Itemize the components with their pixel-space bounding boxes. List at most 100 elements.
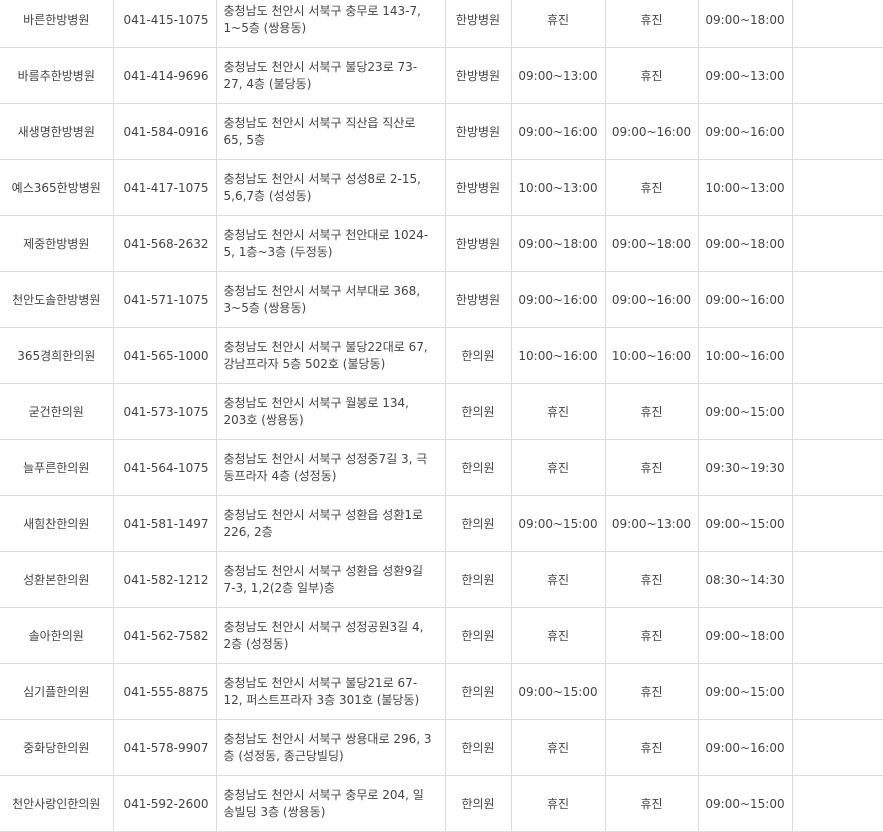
clinic-type: 한의원 bbox=[445, 719, 512, 776]
clinic-type: 한방병원 bbox=[445, 215, 512, 272]
table-row: 심기플한의원 041-555-8875 충청남도 천안시 서북구 불당21로 6… bbox=[0, 663, 883, 720]
hours-day-2: 휴진 bbox=[605, 47, 699, 104]
hours-day-2: 휴진 bbox=[605, 439, 699, 496]
table-row: 바름추한방병원 041-414-9696 충청남도 천안시 서북구 불당23로 … bbox=[0, 47, 883, 104]
clinic-address: 충청남도 천안시 서북구 성환읍 성환1로 226, 2층 bbox=[216, 495, 446, 552]
hours-day-3: 10:00~16:00 bbox=[698, 327, 793, 384]
hours-day-3: 10:00~13:00 bbox=[698, 159, 793, 216]
hours-day-3: 09:30~19:30 bbox=[698, 439, 793, 496]
clinic-address: 충청남도 천안시 서북구 성성8로 2-15, 5,6,7층 (성성동) bbox=[216, 159, 446, 216]
table-row: 중화당한의원 041-578-9907 충청남도 천안시 서북구 쌍용대로 29… bbox=[0, 719, 883, 776]
clinic-phone: 041-578-9907 bbox=[113, 719, 217, 776]
clinic-address: 충청남도 천안시 서북구 천안대로 1024-5, 1층~3층 (두정동) bbox=[216, 215, 446, 272]
hours-day-1: 휴진 bbox=[511, 551, 606, 608]
empty-cell bbox=[792, 719, 883, 776]
hours-day-3: 08:30~14:30 bbox=[698, 551, 793, 608]
clinic-name: 굳건한의원 bbox=[0, 383, 114, 440]
clinic-name: 새힘찬한의원 bbox=[0, 495, 114, 552]
hours-day-2: 휴진 bbox=[605, 775, 699, 832]
clinic-phone: 041-571-1075 bbox=[113, 271, 217, 328]
hours-day-3: 09:00~15:00 bbox=[698, 663, 793, 720]
clinic-address: 충청남도 천안시 서북구 불당22대로 67, 강남프라자 5층 502호 (불… bbox=[216, 327, 446, 384]
empty-cell bbox=[792, 439, 883, 496]
hours-day-3: 09:00~18:00 bbox=[698, 607, 793, 664]
table-row: 새힘찬한의원 041-581-1497 충청남도 천안시 서북구 성환읍 성환1… bbox=[0, 495, 883, 552]
hours-day-2: 09:00~13:00 bbox=[605, 495, 699, 552]
clinic-phone: 041-582-1212 bbox=[113, 551, 217, 608]
table-row: 바른한방병원 041-415-1075 충청남도 천안시 서북구 충무로 143… bbox=[0, 0, 883, 48]
empty-cell bbox=[792, 159, 883, 216]
clinic-table: 바른한방병원 041-415-1075 충청남도 천안시 서북구 충무로 143… bbox=[0, 0, 883, 832]
clinic-phone: 041-568-2632 bbox=[113, 215, 217, 272]
clinic-phone: 041-581-1497 bbox=[113, 495, 217, 552]
empty-cell bbox=[792, 607, 883, 664]
clinic-phone: 041-565-1000 bbox=[113, 327, 217, 384]
clinic-type: 한의원 bbox=[445, 495, 512, 552]
clinic-phone: 041-564-1075 bbox=[113, 439, 217, 496]
clinic-type: 한방병원 bbox=[445, 47, 512, 104]
clinic-name: 성환본한의원 bbox=[0, 551, 114, 608]
clinic-phone: 041-417-1075 bbox=[113, 159, 217, 216]
clinic-type: 한방병원 bbox=[445, 271, 512, 328]
hours-day-2: 09:00~16:00 bbox=[605, 271, 699, 328]
hours-day-2: 휴진 bbox=[605, 159, 699, 216]
clinic-address: 충청남도 천안시 서북구 성정중7길 3, 극동프라자 4층 (성정동) bbox=[216, 439, 446, 496]
empty-cell bbox=[792, 0, 883, 48]
clinic-type: 한의원 bbox=[445, 775, 512, 832]
hours-day-1: 휴진 bbox=[511, 439, 606, 496]
empty-cell bbox=[792, 271, 883, 328]
hours-day-2: 휴진 bbox=[605, 383, 699, 440]
hours-day-1: 10:00~16:00 bbox=[511, 327, 606, 384]
hours-day-3: 09:00~16:00 bbox=[698, 719, 793, 776]
table-row: 365경희한의원 041-565-1000 충청남도 천안시 서북구 불당22대… bbox=[0, 327, 883, 384]
clinic-address: 충청남도 천안시 서북구 충무로 143-7, 1~5층 (쌍용동) bbox=[216, 0, 446, 48]
hours-day-1: 휴진 bbox=[511, 607, 606, 664]
clinic-name: 365경희한의원 bbox=[0, 327, 114, 384]
hours-day-1: 09:00~15:00 bbox=[511, 495, 606, 552]
hours-day-2: 휴진 bbox=[605, 0, 699, 48]
clinic-name: 늘푸른한의원 bbox=[0, 439, 114, 496]
clinic-phone: 041-555-8875 bbox=[113, 663, 217, 720]
table-row: 예스365한방병원 041-417-1075 충청남도 천안시 서북구 성성8로… bbox=[0, 159, 883, 216]
clinic-address: 충청남도 천안시 서북구 불당21로 67-12, 퍼스트프라자 3층 301호… bbox=[216, 663, 446, 720]
hours-day-1: 09:00~16:00 bbox=[511, 103, 606, 160]
empty-cell bbox=[792, 103, 883, 160]
hours-day-3: 09:00~15:00 bbox=[698, 775, 793, 832]
hours-day-1: 휴진 bbox=[511, 719, 606, 776]
hours-day-2: 휴진 bbox=[605, 663, 699, 720]
clinic-name: 예스365한방병원 bbox=[0, 159, 114, 216]
clinic-address: 충청남도 천안시 서북구 성환읍 성환9길 7-3, 1,2(2층 일부)층 bbox=[216, 551, 446, 608]
empty-cell bbox=[792, 215, 883, 272]
clinic-phone: 041-584-0916 bbox=[113, 103, 217, 160]
clinic-phone: 041-415-1075 bbox=[113, 0, 217, 48]
clinic-address: 충청남도 천안시 서북구 쌍용대로 296, 3층 (성정동, 종근당빌딩) bbox=[216, 719, 446, 776]
table-row: 제중한방병원 041-568-2632 충청남도 천안시 서북구 천안대로 10… bbox=[0, 215, 883, 272]
clinic-address: 충청남도 천안시 서북구 불당23로 73-27, 4층 (불당동) bbox=[216, 47, 446, 104]
empty-cell bbox=[792, 327, 883, 384]
clinic-type: 한의원 bbox=[445, 607, 512, 664]
empty-cell bbox=[792, 775, 883, 832]
table-row: 늘푸른한의원 041-564-1075 충청남도 천안시 서북구 성정중7길 3… bbox=[0, 439, 883, 496]
hours-day-3: 09:00~18:00 bbox=[698, 0, 793, 48]
clinic-address: 충청남도 천안시 서북구 충무로 204, 일송빌딩 3층 (쌍용동) bbox=[216, 775, 446, 832]
clinic-name: 제중한방병원 bbox=[0, 215, 114, 272]
clinic-type: 한의원 bbox=[445, 383, 512, 440]
clinic-address: 충청남도 천안시 서북구 서부대로 368, 3~5층 (쌍용동) bbox=[216, 271, 446, 328]
clinic-name: 천안사랑인한의원 bbox=[0, 775, 114, 832]
hours-day-2: 휴진 bbox=[605, 551, 699, 608]
clinic-type: 한방병원 bbox=[445, 103, 512, 160]
clinic-type: 한방병원 bbox=[445, 0, 512, 48]
table-row: 천안도솔한방병원 041-571-1075 충청남도 천안시 서북구 서부대로 … bbox=[0, 271, 883, 328]
clinic-address: 충청남도 천안시 서북구 성정공원3길 4, 2층 (성정동) bbox=[216, 607, 446, 664]
clinic-phone: 041-414-9696 bbox=[113, 47, 217, 104]
hours-day-1: 휴진 bbox=[511, 0, 606, 48]
table-row: 새생명한방병원 041-584-0916 충청남도 천안시 서북구 직산읍 직산… bbox=[0, 103, 883, 160]
hours-day-1: 09:00~16:00 bbox=[511, 271, 606, 328]
clinic-type: 한방병원 bbox=[445, 159, 512, 216]
clinic-name: 솔아한의원 bbox=[0, 607, 114, 664]
table-row: 성환본한의원 041-582-1212 충청남도 천안시 서북구 성환읍 성환9… bbox=[0, 551, 883, 608]
clinic-phone: 041-562-7582 bbox=[113, 607, 217, 664]
table-row: 굳건한의원 041-573-1075 충청남도 천안시 서북구 월봉로 134,… bbox=[0, 383, 883, 440]
hours-day-3: 09:00~16:00 bbox=[698, 271, 793, 328]
hours-day-2: 09:00~18:00 bbox=[605, 215, 699, 272]
